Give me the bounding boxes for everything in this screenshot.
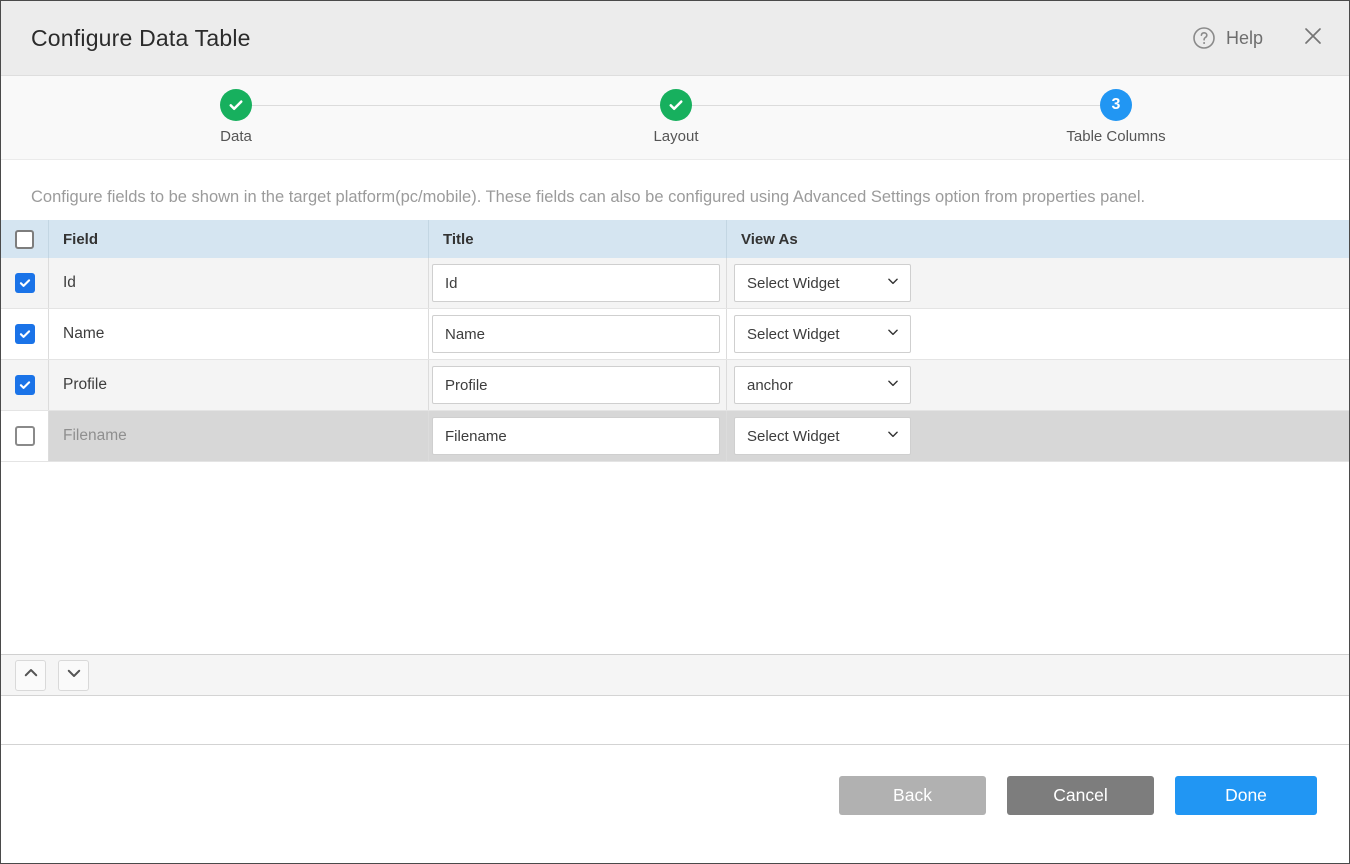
cancel-button[interactable]: Cancel: [1007, 776, 1154, 815]
columns-table: Field Title View As Id Select Widget: [1, 220, 1349, 655]
title-cell: [429, 258, 727, 308]
step-table-columns[interactable]: 3 Table Columns: [1016, 89, 1216, 145]
chevron-down-icon: [886, 325, 900, 343]
row-checkbox-cell: [1, 309, 49, 359]
view-as-select[interactable]: anchor: [734, 366, 911, 404]
configure-data-table-dialog: Configure Data Table Help: [0, 0, 1350, 864]
chevron-up-icon: [22, 664, 40, 687]
row-checkbox-cell: [1, 411, 49, 461]
title-input[interactable]: [432, 417, 720, 455]
table-row: Id Select Widget: [1, 258, 1349, 309]
title-cell: [429, 309, 727, 359]
done-button[interactable]: Done: [1175, 776, 1317, 815]
row-checkbox[interactable]: [15, 273, 35, 293]
row-checkbox-cell: [1, 360, 49, 410]
dialog-title: Configure Data Table: [31, 25, 251, 52]
view-as-value: Select Widget: [747, 326, 840, 343]
view-as-cell: anchor: [727, 360, 1349, 410]
header-title: Title: [429, 220, 727, 258]
dialog-titlebar: Configure Data Table Help: [1, 1, 1349, 76]
help-button[interactable]: Help: [1192, 26, 1263, 50]
select-all-checkbox[interactable]: [15, 230, 34, 249]
table-row: Filename Select Widget: [1, 411, 1349, 462]
field-name: Profile: [49, 360, 429, 410]
chevron-down-icon: [886, 376, 900, 394]
step-table-columns-label: Table Columns: [1016, 128, 1216, 145]
field-name: Filename: [49, 411, 429, 461]
row-checkbox-cell: [1, 258, 49, 308]
chevron-down-icon: [886, 427, 900, 445]
step-data-complete-icon: [220, 89, 252, 121]
view-as-select[interactable]: Select Widget: [734, 417, 911, 455]
step-table-columns-number: 3: [1100, 89, 1132, 121]
step-layout[interactable]: Layout: [576, 89, 776, 145]
title-input[interactable]: [432, 264, 720, 302]
title-cell: [429, 360, 727, 410]
field-name: Id: [49, 258, 429, 308]
chevron-down-icon: [886, 274, 900, 292]
step-data-label: Data: [136, 128, 336, 145]
close-button[interactable]: [1303, 26, 1323, 51]
view-as-value: Select Widget: [747, 428, 840, 445]
view-as-cell: Select Widget: [727, 309, 1349, 359]
field-name: Name: [49, 309, 429, 359]
reorder-toolbar: [1, 655, 1349, 696]
title-input[interactable]: [432, 366, 720, 404]
table-body: Id Select Widget: [1, 258, 1349, 654]
chevron-down-icon: [65, 664, 83, 687]
back-button[interactable]: Back: [839, 776, 986, 815]
table-header-row: Field Title View As: [1, 220, 1349, 258]
move-up-button[interactable]: [15, 660, 46, 691]
step-data[interactable]: Data: [136, 89, 336, 145]
help-label: Help: [1226, 28, 1263, 49]
step-layout-label: Layout: [576, 128, 776, 145]
description-text: Configure fields to be shown in the targ…: [1, 160, 1349, 207]
dialog-footer: Back Cancel Done: [1, 745, 1349, 863]
view-as-cell: Select Widget: [727, 411, 1349, 461]
view-as-cell: Select Widget: [727, 258, 1349, 308]
row-checkbox[interactable]: [15, 375, 35, 395]
view-as-value: Select Widget: [747, 275, 840, 292]
view-as-select[interactable]: Select Widget: [734, 264, 911, 302]
row-checkbox[interactable]: [15, 426, 35, 446]
help-icon: [1192, 26, 1216, 50]
view-as-select[interactable]: Select Widget: [734, 315, 911, 353]
title-cell: [429, 411, 727, 461]
table-row: Name Select Widget: [1, 309, 1349, 360]
title-input[interactable]: [432, 315, 720, 353]
view-as-value: anchor: [747, 377, 793, 394]
wizard-stepper: Data Layout 3 Table Columns: [1, 76, 1349, 160]
table-row: Profile anchor: [1, 360, 1349, 411]
close-icon: [1303, 26, 1323, 51]
header-field: Field: [49, 220, 429, 258]
header-checkbox-cell: [1, 220, 49, 258]
header-view-as: View As: [727, 220, 1349, 258]
row-checkbox[interactable]: [15, 324, 35, 344]
table-empty-area: [1, 462, 1349, 654]
move-down-button[interactable]: [58, 660, 89, 691]
spacer: [1, 696, 1349, 744]
step-layout-complete-icon: [660, 89, 692, 121]
